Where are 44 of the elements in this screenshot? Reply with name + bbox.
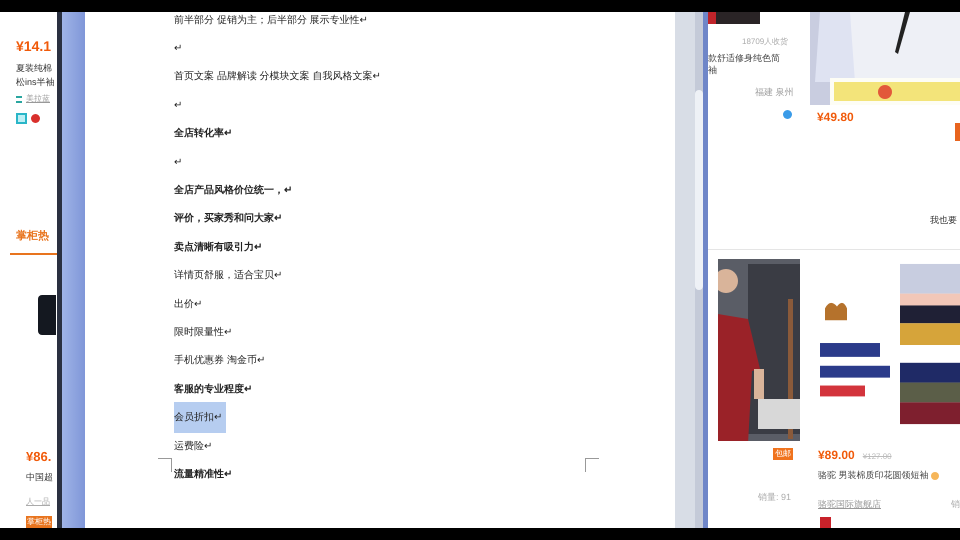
sales-count: 18709人收货: [742, 36, 788, 48]
emblem-icon: [31, 114, 40, 123]
paragraph: 出价↵: [174, 298, 202, 312]
product-title: 款舒适修身纯色简袖: [708, 52, 781, 76]
paragraph: 详情页舒服，适合宝贝↵: [174, 268, 282, 284]
price: ¥86.: [26, 448, 52, 466]
tag: 掌柜热: [26, 516, 52, 528]
paragraph: 卖点清晰有吸引力↵: [174, 240, 262, 255]
paragraph: 全店产品风格价位统一，↵: [174, 183, 292, 198]
paragraph: ↵: [174, 42, 182, 56]
paragraph: 首页文案 品牌解读 分模块文案 自我风格文案↵: [174, 70, 380, 84]
product-title: 中国超: [26, 470, 53, 484]
shop-link[interactable]: 美拉蓝: [26, 93, 50, 105]
price: ¥49.80: [817, 109, 854, 126]
sales-count: 销量: 91: [758, 491, 792, 504]
free-shipping-tag: 包邮: [773, 448, 793, 460]
paragraph: 限时限量性↵: [174, 326, 232, 340]
badge-icon: [16, 113, 27, 124]
shop-link[interactable]: 人一品: [26, 496, 50, 508]
original-price: ¥127.00: [862, 451, 892, 463]
price: ¥89.00: [818, 447, 855, 464]
tag-icon: [930, 472, 939, 480]
side-tab[interactable]: [955, 123, 960, 141]
paragraph: 手机优惠券 淘金币↵: [174, 354, 265, 368]
price: ¥14.1: [16, 37, 52, 56]
list-icon: [16, 96, 22, 102]
paragraph: 前半部分 促销为主；后半部分 展示专业性↵: [174, 14, 368, 28]
also-buy-label: 我也要: [930, 214, 957, 227]
paragraph: 全店转化率↵: [174, 126, 232, 142]
product-title: 骆驼 男装棉质印花圆领短袖: [818, 469, 929, 482]
paragraph: ↵: [174, 98, 182, 113]
shop-icon: [820, 517, 831, 528]
location: 福建 泉州: [755, 86, 794, 99]
sales-count: 销: [951, 498, 960, 510]
paragraph: 流量精准性↵: [174, 467, 232, 482]
product-title: 夏装纯棉松ins半袖: [16, 62, 56, 89]
paragraph: 评价，买家秀和问大家↵: [174, 211, 282, 226]
paragraph: 运费险↵: [174, 440, 212, 454]
paragraph: 客服的专业程度↵: [174, 382, 252, 397]
paragraph: 会员折扣↵: [174, 402, 226, 434]
info-icon: [783, 110, 792, 118]
scrollbar[interactable]: [695, 12, 703, 528]
paragraph: ↵: [174, 156, 182, 170]
shop-link[interactable]: 骆驼国际旗舰店: [818, 498, 881, 511]
